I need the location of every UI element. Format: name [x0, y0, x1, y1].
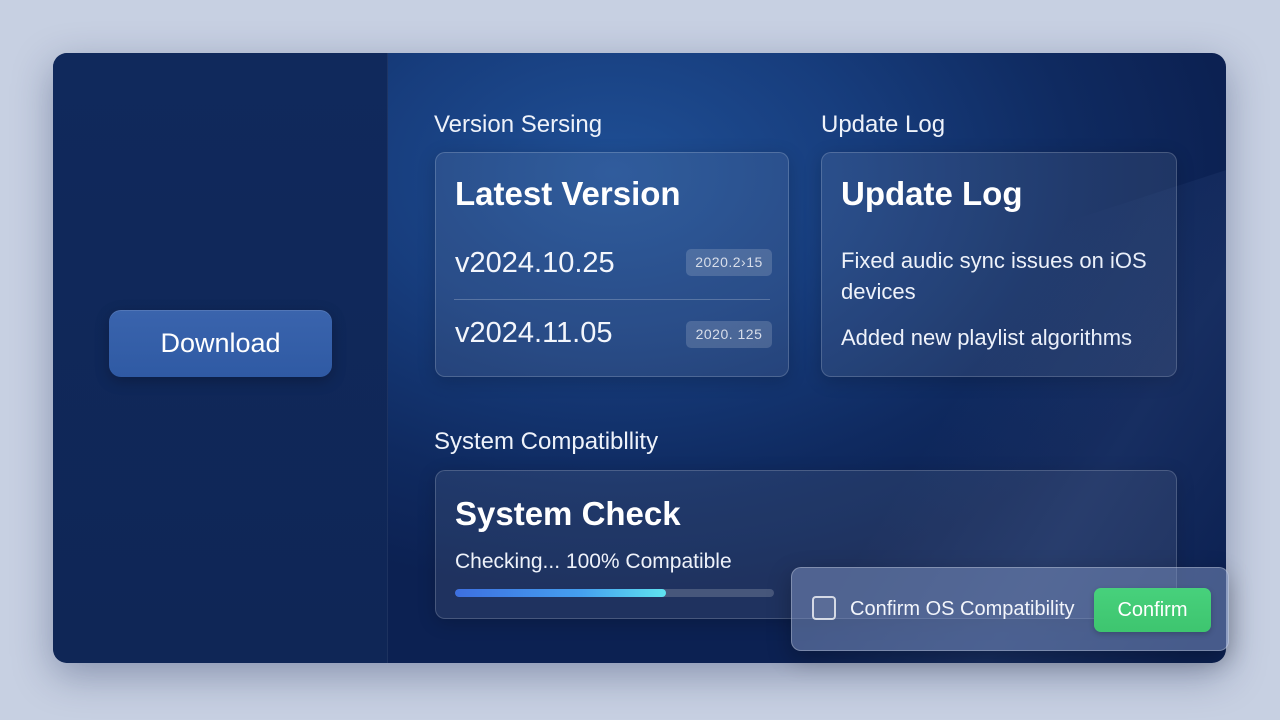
- latest-version-heading: Latest Version: [455, 175, 681, 212]
- update-log-heading: Update Log: [841, 175, 1023, 212]
- version-label: v2024.10.25: [455, 247, 615, 279]
- confirm-os-popup: Confirm OS Compatibility Confirm: [791, 567, 1229, 651]
- version-divider: [454, 299, 770, 300]
- confirm-os-checkbox-label[interactable]: Confirm OS Compatibility: [850, 598, 1075, 621]
- compat-progress-fill: [455, 589, 666, 597]
- version-row[interactable]: v2024.10.25 2020.2›15: [436, 233, 790, 293]
- compat-progress-bar: [455, 589, 774, 597]
- sidebar: Download: [53, 53, 388, 663]
- update-log-card: Update Log Fixed audic sync issues on iO…: [821, 152, 1177, 377]
- latest-version-card: Latest Version v2024.10.25 2020.2›15 v20…: [435, 152, 789, 377]
- update-log-entry: Added new playlist algorithms: [841, 325, 1133, 350]
- confirm-os-checkbox[interactable]: [812, 596, 836, 620]
- version-date-badge: 2020. 125: [686, 321, 772, 348]
- system-check-heading: System Check: [455, 495, 681, 532]
- download-button[interactable]: Download: [109, 310, 332, 377]
- compat-section-title: System Compatibllity: [434, 428, 659, 455]
- update-log-section-title: Update Log: [821, 111, 946, 138]
- version-label: v2024.11.05: [455, 317, 613, 349]
- compat-status-text: Checking... 100% Compatible: [455, 550, 732, 573]
- version-section-title: Version Sersing: [434, 111, 603, 138]
- confirm-button[interactable]: Confirm: [1094, 588, 1211, 632]
- update-log-entry: Fixed audic sync issues on iOS devices: [841, 248, 1147, 304]
- version-date-badge: 2020.2›15: [686, 249, 772, 276]
- version-row[interactable]: v2024.11.05 2020. 125: [436, 307, 790, 367]
